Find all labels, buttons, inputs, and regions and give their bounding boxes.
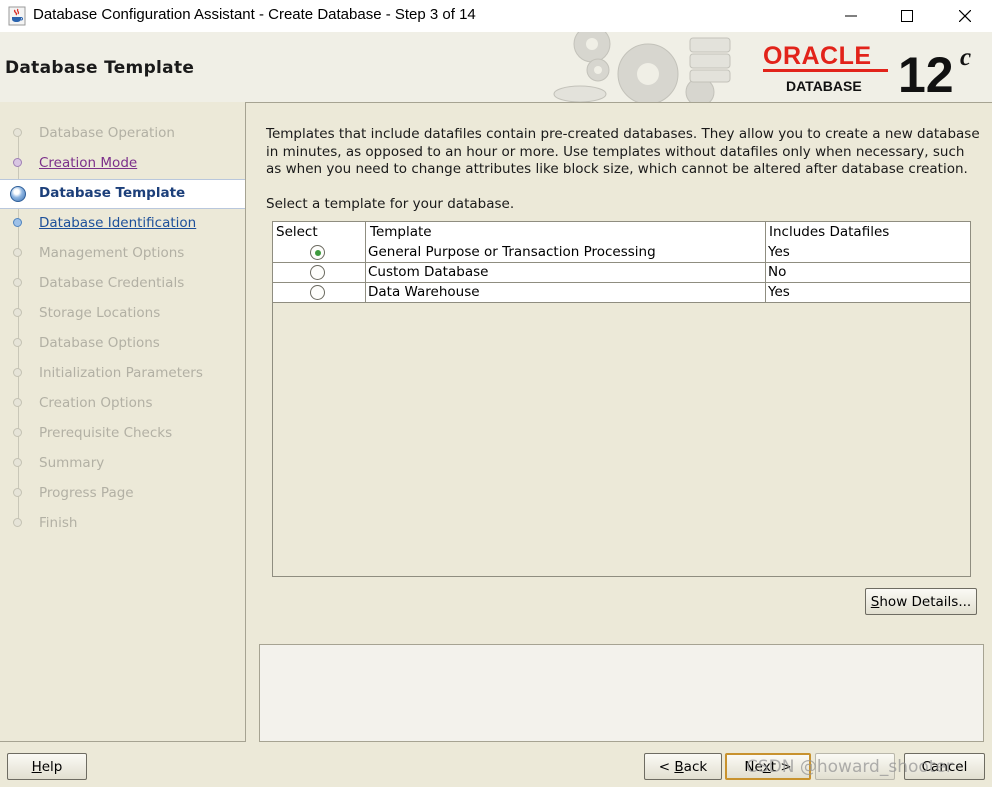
sidebar-step-label: Creation Options — [39, 395, 153, 411]
table-header: Select Template Includes Datafiles — [273, 222, 970, 244]
svg-text:DATABASE: DATABASE — [786, 78, 862, 94]
step-indicator-icon — [13, 458, 22, 467]
template-details-panel — [259, 644, 984, 742]
table-row[interactable]: Custom Database No — [273, 263, 970, 283]
page-header: Database Template ORACLE DATABASE 12 c — [0, 32, 992, 103]
svg-text:ORACLE: ORACLE — [763, 42, 872, 70]
sidebar-step-label: Creation Mode — [39, 155, 138, 171]
sidebar-step-label: Progress Page — [39, 485, 134, 501]
column-header-includes-datafiles: Includes Datafiles — [769, 224, 890, 240]
step-indicator-icon — [13, 488, 22, 497]
step-indicator-icon — [10, 186, 26, 202]
back-button[interactable]: < Back — [644, 753, 722, 780]
wizard-step-navigation: Database Operation Creation Mode Database … — [0, 102, 246, 742]
sidebar-step-label: Database Identification — [39, 215, 197, 231]
step-indicator-icon — [13, 338, 22, 347]
table-row[interactable]: Data Warehouse Yes — [273, 283, 970, 303]
sidebar-step-progress-page: Progress Page — [0, 479, 245, 509]
java-app-icon — [8, 6, 26, 26]
sidebar-step-label: Database Template — [39, 185, 186, 201]
window-title: Database Configuration Assistant - Creat… — [33, 6, 476, 23]
watermark-text: CSDN @howard_shooter — [746, 757, 953, 777]
close-button[interactable] — [942, 0, 988, 32]
step-indicator-icon — [13, 428, 22, 437]
sidebar-step-creation-options: Creation Options — [0, 389, 245, 419]
template-radio-button[interactable] — [310, 285, 325, 300]
maximize-icon — [901, 10, 913, 22]
show-details-button[interactable]: Show Details... — [865, 588, 977, 615]
svg-text:c: c — [960, 44, 971, 71]
sidebar-step-label: Finish — [39, 515, 78, 531]
sidebar-step-label: Summary — [39, 455, 105, 471]
sidebar-step-database-options: Database Options — [0, 329, 245, 359]
table-row[interactable]: General Purpose or Transaction Processin… — [273, 243, 970, 263]
main-content: Templates that include datafiles contain… — [246, 102, 992, 742]
sidebar-step-label: Database Credentials — [39, 275, 185, 291]
template-description: Templates that include datafiles contain… — [266, 126, 980, 177]
select-template-prompt: Select a template for your database. — [266, 196, 515, 212]
step-indicator-icon — [13, 218, 22, 227]
minimize-button[interactable] — [828, 0, 874, 32]
svg-text:12: 12 — [898, 47, 954, 98]
close-icon — [959, 10, 971, 22]
template-radio-button[interactable] — [310, 245, 325, 260]
step-indicator-icon — [13, 518, 22, 527]
column-header-select: Select — [276, 224, 318, 240]
sidebar-step-label: Database Options — [39, 335, 160, 351]
window-title-bar: Database Configuration Assistant - Creat… — [0, 0, 992, 32]
minimize-icon — [845, 15, 857, 17]
column-header-template: Template — [370, 224, 432, 240]
help-button[interactable]: Help — [7, 753, 87, 780]
maximize-button[interactable] — [884, 0, 930, 32]
includes-datafiles-cell: Yes — [768, 244, 790, 260]
column-divider — [765, 222, 766, 303]
sidebar-step-database-template: Database Template — [0, 179, 245, 209]
page-title: Database Template — [5, 58, 195, 78]
column-divider — [365, 222, 366, 303]
sidebar-step-finish: Finish — [0, 509, 245, 539]
sidebar-step-storage-locations: Storage Locations — [0, 299, 245, 329]
step-indicator-icon — [13, 278, 22, 287]
template-radio-button[interactable] — [310, 265, 325, 280]
sidebar-step-summary: Summary — [0, 449, 245, 479]
step-indicator-icon — [13, 308, 22, 317]
step-indicator-icon — [13, 398, 22, 407]
sidebar-step-database-credentials: Database Credentials — [0, 269, 245, 299]
step-indicator-icon — [13, 158, 22, 167]
step-indicator-icon — [13, 128, 22, 137]
sidebar-step-label: Management Options — [39, 245, 185, 261]
sidebar-step-label: Database Operation — [39, 125, 175, 141]
sidebar-step-database-operation: Database Operation — [0, 119, 245, 149]
sidebar-step-initialization-parameters: Initialization Parameters — [0, 359, 245, 389]
sidebar-step-management-options: Management Options — [0, 239, 245, 269]
sidebar-step-creation-mode[interactable]: Creation Mode — [0, 149, 245, 179]
sidebar-step-label: Storage Locations — [39, 305, 161, 321]
sidebar-step-label: Initialization Parameters — [39, 365, 203, 381]
sidebar-step-database-identification[interactable]: Database Identification — [0, 209, 245, 239]
step-indicator-icon — [13, 248, 22, 257]
sidebar-step-prerequisite-checks: Prerequisite Checks — [0, 419, 245, 449]
step-indicator-icon — [13, 368, 22, 377]
includes-datafiles-cell: No — [768, 264, 787, 280]
includes-datafiles-cell: Yes — [768, 284, 790, 300]
template-table: Select Template Includes Datafiles Gener… — [272, 221, 971, 577]
sidebar-step-label: Prerequisite Checks — [39, 425, 173, 441]
template-name-cell: Custom Database — [368, 264, 489, 280]
oracle-database-logo: ORACLE DATABASE 12 c — [760, 40, 980, 102]
template-name-cell: Data Warehouse — [368, 284, 480, 300]
gears-database-graphic — [553, 32, 731, 102]
template-name-cell: General Purpose or Transaction Processin… — [368, 244, 656, 260]
